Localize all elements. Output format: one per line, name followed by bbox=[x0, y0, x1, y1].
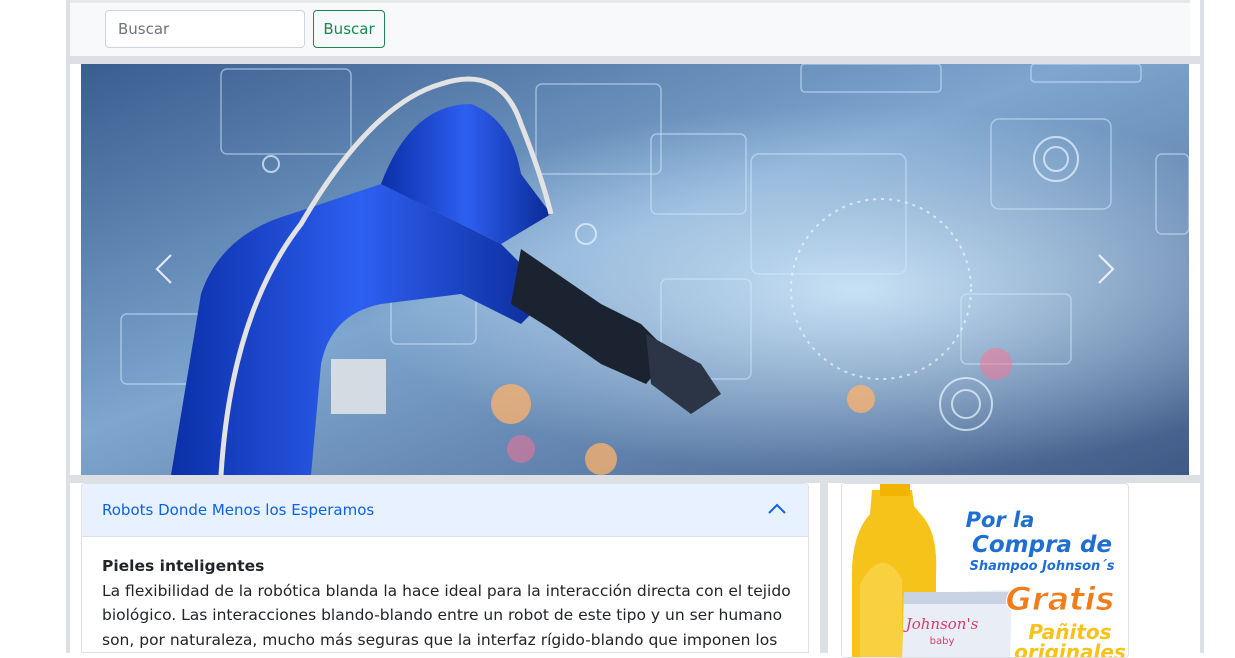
frame-column-gap bbox=[820, 483, 828, 653]
frame-divider-top bbox=[66, 56, 1204, 64]
accordion-header-button[interactable]: Robots Donde Menos los Esperamos bbox=[82, 484, 808, 537]
carousel-next-button[interactable] bbox=[1083, 239, 1129, 299]
image-carousel bbox=[81, 64, 1189, 475]
robot-arm-technology-image bbox=[81, 64, 1189, 475]
advertisement-card[interactable]: Johnson's baby Por la Compra de Shampoo … bbox=[841, 483, 1129, 658]
ad-line-1: Por la bbox=[966, 508, 1035, 532]
ad-brand-sub: baby bbox=[930, 636, 955, 647]
chevron-up-icon bbox=[768, 503, 786, 514]
chevron-right-icon bbox=[1098, 254, 1115, 284]
accordion-body-text: La flexibilidad de la robótica blanda la… bbox=[102, 581, 791, 649]
frame-left bbox=[66, 0, 70, 653]
top-navbar: Buscar bbox=[70, 0, 1190, 56]
johnsons-ad-image: Johnson's baby Por la Compra de Shampoo … bbox=[842, 484, 1128, 658]
ad-line-3: Shampoo Johnson´s bbox=[969, 559, 1114, 574]
chevron-left-icon bbox=[155, 254, 172, 284]
ad-line-6: originales bbox=[1014, 640, 1126, 658]
frame-right bbox=[1200, 0, 1204, 653]
ad-brand: Johnson's bbox=[903, 615, 979, 633]
article-accordion: Robots Donde Menos los Esperamos Pieles … bbox=[81, 483, 809, 653]
frame-divider-middle bbox=[66, 475, 1204, 483]
search-button[interactable]: Buscar bbox=[313, 10, 385, 48]
search-input[interactable] bbox=[105, 10, 305, 48]
ad-line-4: Gratis bbox=[1006, 580, 1115, 618]
accordion-body-heading: Pieles inteligentes bbox=[102, 557, 265, 575]
accordion-body: Pieles inteligentes La flexibilidad de l… bbox=[102, 554, 792, 652]
accordion-title: Robots Donde Menos los Esperamos bbox=[102, 501, 375, 519]
ad-line-2: Compra de bbox=[972, 532, 1112, 558]
carousel-prev-button[interactable] bbox=[141, 239, 187, 299]
